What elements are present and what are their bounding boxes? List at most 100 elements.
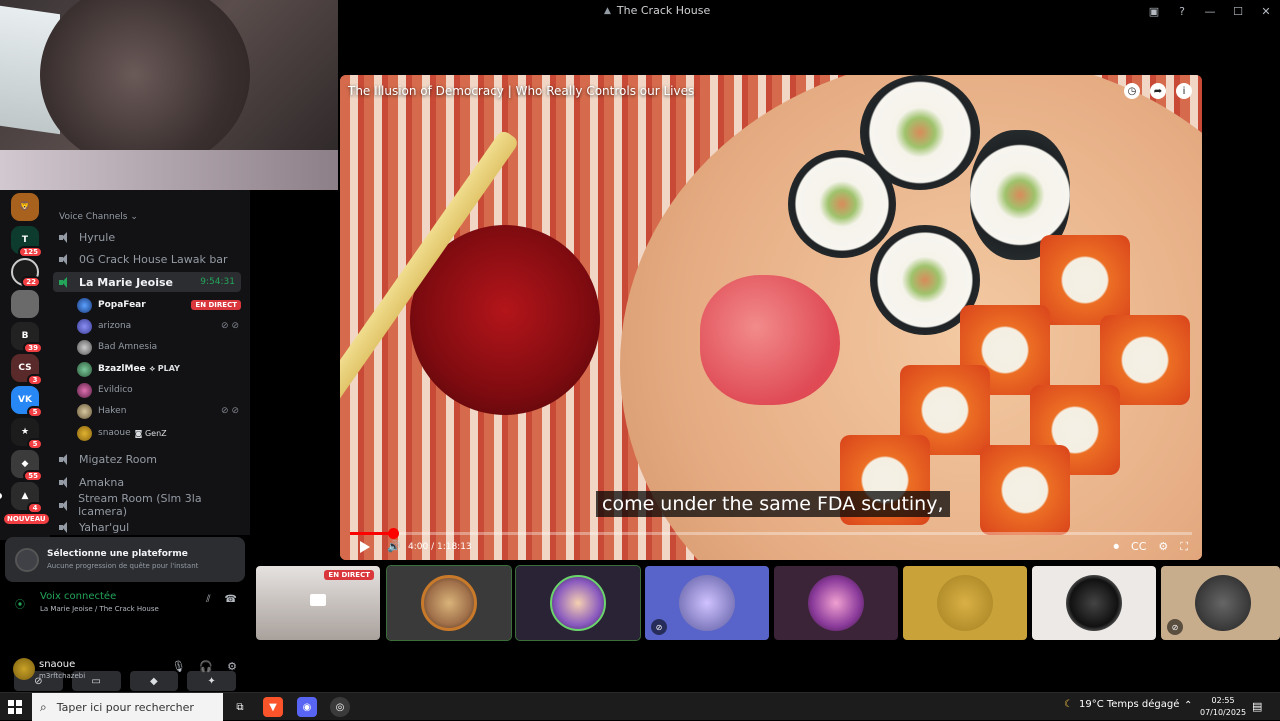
microphone-icon[interactable]: 🎙 <box>171 660 185 673</box>
unread-badge: 125 <box>18 246 43 258</box>
voice-status[interactable]: Voix connectée <box>40 591 116 602</box>
server-icon-lion[interactable]: 🦁 <box>11 193 39 221</box>
taskbar-search[interactable]: ⌕ Taper ici pour rechercher <box>32 693 223 721</box>
server-icon-photo[interactable] <box>11 290 39 318</box>
webcam-clothing <box>0 150 338 190</box>
noise-suppression-icon[interactable]: ⫽ <box>206 594 210 605</box>
fullscreen-icon[interactable]: ⛶ <box>1180 540 1188 554</box>
clock-date: 07/10/2025 <box>1200 708 1247 717</box>
channel-stream-room[interactable]: Stream Room (Slm 3la lcamera) <box>53 492 241 518</box>
help-icon[interactable]: ? <box>1168 0 1196 22</box>
voice-user[interactable]: BzazlMee ⟡ PLAY <box>77 359 241 379</box>
headphones-icon[interactable]: 🎧 <box>199 660 213 673</box>
server-icon-hat[interactable]: ◆ 55 <box>11 450 43 482</box>
channel-label: Stream Room (Slm 3la lcamera) <box>78 492 202 518</box>
server-icon-tw[interactable]: T 125 <box>11 226 43 258</box>
weather-widget[interactable]: ☾ 19°C Temps dégagé <box>1064 699 1179 710</box>
quest-subtitle: Aucune progression de quête pour l'insta… <box>47 562 199 570</box>
watch-later-icon[interactable]: ◷ <box>1124 83 1140 99</box>
server-icon-triangle[interactable]: ▲ 4 <box>0 482 43 514</box>
title-bar: ▲ The Crack House ▣ ? — ☐ ✕ <box>340 0 1280 22</box>
discord-app-icon[interactable]: ◉ <box>297 697 317 717</box>
voice-buttons: ⫽ ☎ <box>206 594 237 605</box>
voice-user[interactable]: Bad Amnesia <box>77 337 241 357</box>
voice-channels-category[interactable]: Voice Channels ⌄ <box>59 212 138 222</box>
participant-avatar <box>808 575 864 631</box>
settings-gear-icon[interactable]: ⚙ <box>227 660 237 673</box>
autoplay-toggle-icon[interactable]: ⏺ <box>1114 540 1120 554</box>
search-placeholder: Taper ici pour rechercher <box>56 700 194 714</box>
quest-card[interactable]: Sélectionne une plateforme Aucune progre… <box>5 537 245 582</box>
channel-yahargul[interactable]: Yahar'gul <box>53 517 241 535</box>
taskbar-clock[interactable]: 02:55 07/10/2025 <box>1200 695 1246 719</box>
disconnect-icon[interactable]: ☎ <box>225 594 237 605</box>
participant-tile[interactable]: ⊘ <box>1161 566 1280 640</box>
signal-icon[interactable]: ⦿ <box>15 596 25 611</box>
muted-icon: ⊘ <box>651 619 667 635</box>
muted-icon: ⊘ <box>1167 619 1183 635</box>
inbox-icon[interactable]: ▣ <box>1140 0 1168 22</box>
voice-user[interactable]: Haken ⊘ ⊘ <box>77 401 241 421</box>
channel-label: 0G Crack House Lawak bar <box>79 252 228 266</box>
channel-hyrule[interactable]: Hyrule <box>53 227 241 247</box>
participant-avatar <box>679 575 735 631</box>
channel-amakna[interactable]: Amakna <box>53 472 241 492</box>
voice-location: La Marie Jeoise / The Crack House <box>40 605 159 613</box>
close-button[interactable]: ✕ <box>1252 0 1280 22</box>
info-icon[interactable]: i <box>1176 83 1192 99</box>
server-icon-star[interactable]: ★ 5 <box>11 418 43 450</box>
voice-user[interactable]: Evildico <box>77 380 241 400</box>
channel-la-marie-jeoise[interactable]: La Marie Jeoise 9:54:31 <box>53 272 241 292</box>
server-icon-vk[interactable]: VK 5 <box>11 386 43 418</box>
obs-icon[interactable]: ◎ <box>330 697 350 717</box>
title-bar-controls: ▣ ? — ☐ ✕ <box>1140 0 1280 22</box>
volume-icon[interactable]: 🔊 <box>387 540 401 553</box>
channel-migatez-room[interactable]: Migatez Room <box>53 449 241 469</box>
quest-icon <box>15 548 39 572</box>
user-name[interactable]: snaoue <box>39 659 75 670</box>
share-icon[interactable]: ➦ <box>1150 83 1166 99</box>
video-progress-bar[interactable] <box>350 528 1192 539</box>
participant-strip: EN DIRECT ⊘ ⊘ <box>256 565 1280 641</box>
brave-browser-icon[interactable]: ▼ <box>263 697 283 717</box>
avatar[interactable] <box>13 658 35 680</box>
server-icon: ▲ <box>604 5 611 16</box>
notification-icon[interactable]: ▤ <box>1252 700 1262 713</box>
participant-tile[interactable] <box>515 565 641 641</box>
captions-icon[interactable]: CC <box>1131 540 1146 554</box>
video-title[interactable]: The Illusion of Democracy | Who Really C… <box>348 84 694 98</box>
participant-tile[interactable] <box>903 566 1027 640</box>
progress-fill <box>350 532 393 535</box>
voice-user[interactable]: PopaFear EN DIRECT <box>77 295 241 315</box>
moon-icon: ☾ <box>1064 699 1073 710</box>
user-controls: 🎙 🎧 ⚙ <box>171 660 237 673</box>
maximize-button[interactable]: ☐ <box>1224 0 1252 22</box>
avatar <box>77 382 92 398</box>
voice-user[interactable]: arizona ⊘ ⊘ <box>77 316 241 336</box>
participant-tile[interactable] <box>774 566 898 640</box>
video-right-controls: ⏺ CC ⚙ ⛶ <box>1114 540 1188 554</box>
avatar <box>77 425 92 441</box>
play-icon[interactable] <box>360 541 370 553</box>
search-icon: ⌕ <box>40 699 47 714</box>
server-icon-csgo[interactable]: CS 3 <box>11 354 43 386</box>
game-tag: ⟡ PLAY <box>149 364 180 373</box>
tray-chevron-icon[interactable]: ⌃ <box>1184 700 1192 711</box>
server-icon-bc[interactable]: B 39 <box>11 322 43 354</box>
voice-user[interactable]: snaoue ◙ GenZ <box>77 423 241 443</box>
settings-icon[interactable]: ⚙ <box>1158 540 1168 554</box>
participant-tile[interactable]: ⊘ <box>645 566 769 640</box>
participant-tile-stream[interactable]: EN DIRECT <box>256 566 380 640</box>
participant-tile[interactable] <box>1032 566 1156 640</box>
clock-time: 02:55 <box>1211 696 1235 705</box>
minimize-button[interactable]: — <box>1196 0 1224 22</box>
quest-title: Sélectionne une plateforme <box>47 549 188 559</box>
unread-badge: 55 <box>23 470 43 482</box>
speaker-icon <box>59 521 71 533</box>
stream-video[interactable]: The Illusion of Democracy | Who Really C… <box>340 75 1202 560</box>
channel-crack-house-bar[interactable]: 0G Crack House Lawak bar <box>53 249 241 269</box>
server-icon-ring[interactable]: 22 <box>11 258 41 288</box>
windows-start-icon[interactable] <box>8 700 22 714</box>
task-view-icon[interactable]: ⧉ <box>230 697 250 717</box>
participant-tile[interactable] <box>386 565 512 641</box>
